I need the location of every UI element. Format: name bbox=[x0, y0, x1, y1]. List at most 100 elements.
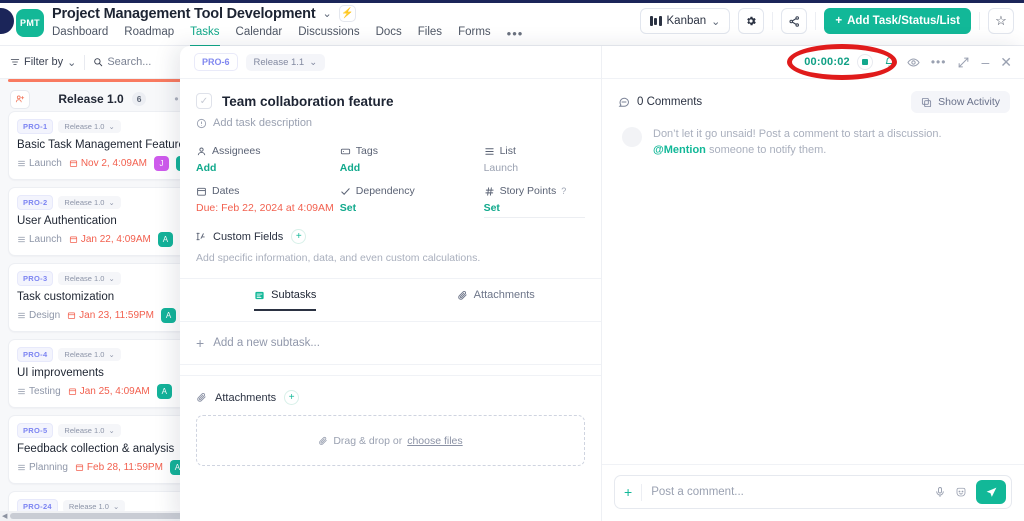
nav-tabs: Dashboard Roadmap Tasks Calendar Discuss… bbox=[52, 26, 523, 47]
fields-row-1: Assignees Add Tags Add List Launch bbox=[196, 145, 585, 174]
field-tags: Tags Add bbox=[340, 145, 484, 174]
mention-link[interactable]: @Mention bbox=[653, 144, 706, 156]
add-attachment-to-comment-button[interactable]: + bbox=[624, 484, 632, 500]
board-horizontal-scrollbar[interactable]: ◀ bbox=[0, 511, 200, 521]
eye-icon bbox=[907, 57, 920, 67]
card-title: UI improvements bbox=[17, 367, 104, 379]
task-card[interactable]: PRO-5 Release 1.0 ⌄ Feedback collection … bbox=[8, 415, 192, 484]
show-activity-button[interactable]: Show Activity bbox=[911, 91, 1010, 113]
card-list: Testing bbox=[17, 386, 61, 397]
help-icon[interactable]: ? bbox=[561, 186, 566, 196]
chevron-down-icon: ⌄ bbox=[67, 56, 77, 69]
search-input[interactable]: Search... bbox=[93, 56, 151, 68]
tag-icon bbox=[340, 148, 350, 154]
star-icon: ☆ bbox=[995, 13, 1007, 28]
list-icon bbox=[18, 464, 25, 471]
field-assignees-value[interactable]: Add bbox=[196, 162, 340, 174]
card-release-label: Release 1.0 bbox=[68, 502, 109, 511]
share-button[interactable] bbox=[781, 8, 808, 34]
task-release-selector[interactable]: Release 1.1 ⌄ bbox=[245, 53, 326, 71]
avatar[interactable]: A bbox=[156, 384, 172, 399]
list-icon bbox=[484, 147, 494, 155]
card-release-badge[interactable]: Release 1.0 ⌄ bbox=[58, 120, 121, 133]
tab-attachments[interactable]: Attachments bbox=[391, 279, 602, 321]
field-dates-value[interactable]: Due: Feb 22, 2024 at 4:09AM bbox=[196, 202, 340, 214]
task-complete-checkbox[interactable]: ✓ bbox=[196, 93, 212, 109]
card-id-badge: PRO-2 bbox=[17, 195, 54, 210]
filter-by-button[interactable]: Filter by ⌄ bbox=[10, 56, 76, 69]
choose-files-link[interactable]: choose files bbox=[407, 435, 462, 447]
nav-orb[interactable] bbox=[0, 8, 14, 34]
tab-docs[interactable]: Docs bbox=[376, 26, 402, 47]
field-tags-value[interactable]: Add bbox=[340, 162, 484, 174]
chevron-down-icon: ⌄ bbox=[108, 350, 115, 359]
minimize-button[interactable]: – bbox=[981, 54, 989, 70]
add-subtask-button[interactable]: + Add a new subtask... bbox=[180, 322, 601, 365]
expand-button[interactable] bbox=[957, 56, 970, 69]
list-icon bbox=[18, 312, 25, 319]
chevron-down-icon: ⌄ bbox=[309, 56, 318, 68]
card-release-badge[interactable]: Release 1.0 ⌄ bbox=[58, 424, 121, 437]
task-fields: Assignees Add Tags Add List Launch Dates… bbox=[180, 129, 601, 264]
calendar-icon bbox=[68, 388, 76, 395]
calendar-icon bbox=[75, 464, 83, 471]
add-member-icon[interactable] bbox=[10, 89, 30, 109]
voice-record-button[interactable] bbox=[934, 486, 946, 498]
field-story-points-value[interactable]: Set bbox=[483, 202, 585, 218]
field-label: Dates bbox=[212, 185, 240, 197]
card-release-badge[interactable]: Release 1.0 ⌄ bbox=[58, 272, 121, 285]
watch-button[interactable] bbox=[907, 56, 920, 69]
field-list-value[interactable]: Launch bbox=[484, 162, 585, 174]
tab-calendar[interactable]: Calendar bbox=[236, 26, 283, 47]
avatar[interactable]: A bbox=[161, 308, 177, 323]
tab-dashboard[interactable]: Dashboard bbox=[52, 26, 108, 47]
comment-composer[interactable]: + Post a comment... bbox=[614, 475, 1012, 509]
scroll-left-arrow-icon[interactable]: ◀ bbox=[2, 512, 7, 520]
send-icon bbox=[986, 487, 996, 497]
avatar[interactable]: A bbox=[157, 232, 173, 247]
task-card[interactable]: PRO-3 Release 1.0 ⌄ Task customization D… bbox=[8, 263, 192, 332]
attachment-dropzone[interactable]: Drag & drop or choose files bbox=[196, 415, 585, 466]
settings-button[interactable] bbox=[738, 8, 765, 34]
more-options-button[interactable]: ••• bbox=[931, 55, 947, 69]
field-dependency-value[interactable]: Set bbox=[340, 202, 484, 214]
tab-tasks[interactable]: Tasks bbox=[190, 26, 220, 47]
sticker-button[interactable] bbox=[955, 486, 967, 498]
add-task-description-button[interactable]: Add task description bbox=[180, 109, 601, 129]
chevron-down-icon: ⌄ bbox=[711, 15, 721, 28]
card-release-badge[interactable]: Release 1.0 ⌄ bbox=[58, 196, 121, 209]
tab-files[interactable]: Files bbox=[418, 26, 442, 47]
notifications-icon[interactable] bbox=[884, 56, 896, 68]
tab-roadmap[interactable]: Roadmap bbox=[124, 26, 174, 47]
add-custom-field-button[interactable]: + bbox=[291, 229, 307, 244]
task-card[interactable]: PRO-1 Release 1.0 ⌄ Basic Task Managemen… bbox=[8, 111, 192, 180]
add-attachment-button[interactable]: + bbox=[284, 390, 300, 405]
field-label: Tags bbox=[355, 145, 378, 157]
tab-forms[interactable]: Forms bbox=[458, 26, 491, 47]
task-card[interactable]: PRO-2 Release 1.0 ⌄ User Authentication … bbox=[8, 187, 192, 256]
task-card[interactable]: PRO-4 Release 1.0 ⌄ UI improvements Test… bbox=[8, 339, 192, 408]
comment-input[interactable]: Post a comment... bbox=[651, 486, 925, 498]
favorite-button[interactable]: ☆ bbox=[988, 8, 1014, 34]
card-release-badge[interactable]: Release 1.0 ⌄ bbox=[58, 348, 121, 361]
comment-composer-wrap: + Post a comment... bbox=[602, 464, 1024, 521]
card-chips: PRO-1 Release 1.0 ⌄ bbox=[17, 119, 183, 134]
card-meta: Launch Nov 2, 4:09AM J A bbox=[17, 156, 191, 171]
bolt-icon[interactable]: ⚡ bbox=[338, 5, 356, 22]
column-title-wrap: Release 1.0 6 bbox=[30, 92, 174, 107]
view-switcher-kanban[interactable]: Kanban ⌄ bbox=[639, 8, 731, 34]
tab-more-icon[interactable]: ••• bbox=[507, 26, 524, 47]
add-task-status-list-button[interactable]: + Add Task/Status/List bbox=[824, 8, 971, 34]
tab-discussions[interactable]: Discussions bbox=[298, 26, 359, 47]
send-comment-button[interactable] bbox=[976, 480, 1006, 504]
task-id-badge: PRO-6 bbox=[194, 53, 238, 71]
avatar[interactable]: J bbox=[153, 156, 169, 171]
close-button[interactable]: ✕ bbox=[1000, 54, 1012, 71]
card-list-label: Launch bbox=[29, 234, 62, 245]
scrollbar-thumb[interactable] bbox=[10, 513, 188, 519]
chevron-down-icon[interactable]: ⌄ bbox=[322, 7, 331, 20]
tab-subtasks-label: Subtasks bbox=[271, 289, 317, 301]
app-root: PMT Project Management Tool Development … bbox=[0, 0, 1024, 521]
timer-stop-button[interactable] bbox=[856, 54, 873, 70]
tab-subtasks[interactable]: Subtasks bbox=[180, 279, 391, 321]
